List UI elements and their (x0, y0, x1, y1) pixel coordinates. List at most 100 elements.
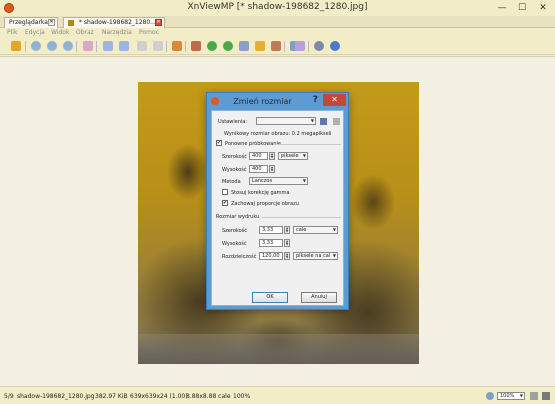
toolbar-separator (25, 41, 26, 52)
keep-ratio-label: Zachowaj proporcje obrazu (231, 201, 299, 207)
status-filesize: 382.97 KiB (95, 393, 128, 400)
print-width-label: Szerokość (222, 228, 248, 234)
status-dimensions: 639x639x24 (1.00) (130, 393, 188, 400)
tab-bar: Przeglądarka ✕ * shadow-198682_1280... ✕ (0, 16, 555, 28)
resolution-stepper[interactable]: ▲ ▼ (284, 252, 290, 260)
gamma-label: Stosuj korekcję gamma (231, 190, 290, 196)
status-bar: 5/9 shadow-198682_1280.jpg 382.97 KiB 63… (0, 388, 555, 404)
chevron-down-icon: ▼ (302, 153, 306, 158)
resolution-label: Rozdzielczość (222, 254, 257, 260)
print-icon[interactable] (295, 41, 305, 51)
print-size-section-label: Rozmiar wydruku (216, 214, 260, 220)
settings-label: Ustawienia: (218, 119, 248, 125)
menu-tools[interactable]: Narzędzia (102, 29, 132, 36)
close-window-button[interactable]: ✕ (533, 0, 553, 16)
print-height-input[interactable]: 3,33 (259, 239, 283, 247)
menu-image[interactable]: Obraz (76, 29, 94, 36)
print-width-stepper[interactable]: ▲ ▼ (284, 226, 290, 234)
chevron-down-icon: ▼ (519, 393, 523, 398)
tab-image[interactable]: * shadow-198682_1280... ✕ (63, 17, 165, 28)
method-dropdown[interactable]: Lanczos ▼ (249, 177, 308, 185)
resample-label: Ponowne próbkowanie (225, 141, 281, 147)
adjust-icon[interactable] (271, 41, 281, 51)
resample-checkbox[interactable]: ✔ (216, 140, 222, 146)
chevron-down-icon: ▼ (310, 118, 314, 123)
grid-icon[interactable] (83, 41, 93, 51)
dialog-title-bar[interactable]: Zmień rozmiar ? ✕ (207, 93, 348, 109)
tab-image-close-icon[interactable]: ✕ (155, 19, 162, 26)
print-unit-dropdown[interactable]: cale ▼ (293, 226, 338, 234)
zoom-in-icon[interactable] (31, 41, 41, 51)
fit-screen-icon[interactable] (530, 392, 538, 400)
section-divider (274, 144, 341, 145)
chevron-down-icon: ▼ (332, 227, 336, 232)
properties-icon[interactable] (191, 41, 201, 51)
presentation-icon[interactable] (172, 41, 182, 51)
maximize-button[interactable]: ☐ (512, 0, 532, 16)
width-label: Szerokość (222, 154, 248, 160)
menu-edit[interactable]: Edycja (25, 29, 45, 36)
status-zoom-percent: 100% (233, 393, 251, 400)
status-filename: shadow-198682_1280.jpg (17, 393, 95, 400)
print-height-stepper[interactable]: ▲ ▼ (284, 239, 290, 247)
window-title: XnViewMP [* shadow-198682_1280.jpg] (187, 2, 368, 12)
print-width-input[interactable]: 3,33 (259, 226, 283, 234)
menu-help[interactable]: Pomoc (139, 29, 159, 36)
delete-preset-icon[interactable] (333, 118, 340, 125)
tab-browser-label: Przeglądarka (9, 19, 48, 26)
resize-dialog: Zmień rozmiar ? ✕ Ustawienia: ▼ Wynikowy… (206, 92, 349, 310)
save-preset-icon[interactable] (320, 118, 327, 125)
crop-icon[interactable] (239, 41, 249, 51)
zoom-dropdown[interactable]: 100% ▼ (497, 392, 525, 400)
fullscreen-icon[interactable] (542, 392, 550, 400)
toolbar-separator (308, 41, 309, 52)
tab-browser[interactable]: Przeglądarka ✕ (4, 17, 58, 28)
dialog-help-button[interactable]: ? (313, 95, 318, 105)
image-thumbnail-icon (68, 19, 74, 26)
ok-button[interactable]: OK (252, 292, 288, 303)
width-input[interactable]: 400 (249, 152, 268, 160)
dialog-title: Zmień rozmiar (233, 97, 292, 106)
zoom-fit-icon[interactable] (47, 41, 57, 51)
toolbar-separator (284, 41, 285, 52)
rotate-left-icon[interactable] (207, 41, 217, 51)
resize-icon[interactable] (255, 41, 265, 51)
height-label: Wysokość (222, 167, 247, 173)
chevron-down-icon: ▼ (302, 178, 306, 183)
section-divider (262, 217, 341, 218)
gamma-checkbox[interactable] (222, 189, 228, 195)
keep-ratio-checkbox[interactable]: ✔ (222, 200, 228, 206)
resolution-unit-dropdown[interactable]: piksele na cal ▼ (293, 252, 338, 260)
menu-file[interactable]: Plik (7, 29, 17, 36)
cancel-button[interactable]: Anuluj (301, 292, 337, 303)
title-bar: XnViewMP [* shadow-198682_1280.jpg] — ☐ … (0, 0, 555, 16)
last-icon[interactable] (153, 41, 163, 51)
toolbar-separator (96, 41, 97, 52)
first-icon[interactable] (137, 41, 147, 51)
dialog-close-button[interactable]: ✕ (323, 94, 346, 106)
chevron-down-icon: ▼ (332, 253, 336, 258)
zoom-icon[interactable] (486, 392, 494, 400)
print-height-label: Wysokość (222, 241, 247, 247)
resolution-input[interactable]: 120,00 (259, 252, 283, 260)
menu-view[interactable]: Widok (51, 29, 69, 36)
size-unit-dropdown[interactable]: piksele ▼ (278, 152, 308, 160)
dialog-body: Ustawienia: ▼ Wynikowy rozmiar obrazu: 0… (211, 110, 344, 306)
settings-dropdown[interactable]: ▼ (256, 117, 316, 125)
status-print-size: 8.88x8.88 cale (186, 393, 231, 400)
width-stepper[interactable]: ▲ ▼ (269, 152, 275, 160)
status-position: 5/9 (4, 393, 14, 400)
minimize-button[interactable]: — (492, 0, 512, 16)
rotate-right-icon[interactable] (223, 41, 233, 51)
height-input[interactable]: 400 (249, 165, 268, 173)
toolbar-separator (185, 41, 186, 52)
browse-icon[interactable] (11, 41, 21, 51)
help-icon[interactable] (330, 41, 340, 51)
tab-browser-close-icon[interactable]: ✕ (48, 19, 55, 26)
zoom-out-icon[interactable] (63, 41, 73, 51)
toolbar-separator (166, 41, 167, 52)
previous-icon[interactable] (103, 41, 113, 51)
next-icon[interactable] (119, 41, 129, 51)
height-stepper[interactable]: ▲ ▼ (269, 165, 275, 173)
gear-icon[interactable] (314, 41, 324, 51)
